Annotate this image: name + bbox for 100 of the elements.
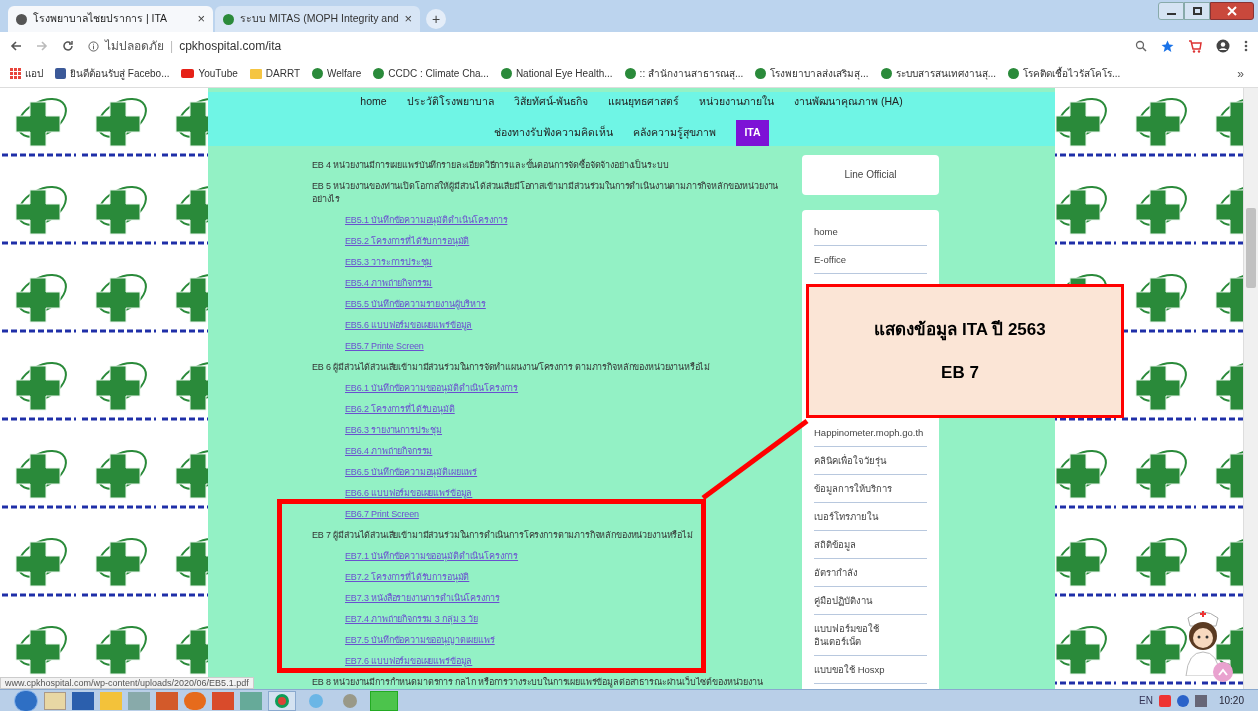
section-heading: EB 7 ผู้มีส่วนได้ส่วนเสียเข้ามามีส่วนร่วมในการดำเนินการโครงการตามภารกิจหลักของหน่วยงานหรือไม่ (312, 528, 693, 542)
nav-link[interactable]: วิสัยทัศน์-พันธกิจ (513, 92, 589, 112)
document-link[interactable]: EB5.5 บันทึกข้อความรายงานผู้บริหาร (345, 297, 486, 311)
document-link[interactable]: EB7.2 โครงการที่ได้รับการอนุมัติ (345, 570, 470, 584)
tray-icon[interactable] (1158, 694, 1171, 707)
sidebar-link[interactable]: คลินิคเพื่อใจวัยรุ่น (814, 446, 927, 475)
bookmark-link[interactable]: National Eye Health... (500, 66, 613, 81)
nav-link[interactable]: ช่องทางรับฟังความคิดเห็น (494, 122, 614, 143)
document-link[interactable]: EB6.5 บันทึกข้อความอนุมัติเผยแพร่ (345, 465, 478, 479)
document-link[interactable]: EB5.2 โครงการที่ได้รับการอนุมัติ (345, 234, 470, 248)
document-link[interactable]: EB6.7 Print Screen (345, 507, 419, 521)
bookmark-link[interactable]: ระบบสารสนเทศงานสุ... (880, 66, 996, 81)
document-link[interactable]: EB6.6 แบบฟอร์มขอเผยแพร่ข้อมูล (345, 486, 473, 500)
document-link[interactable]: EB5.6 แบบฟอร์มขอเผยแพร่ข้อมูล (345, 318, 473, 332)
tab-close-button[interactable]: × (197, 9, 205, 29)
site-icon (312, 68, 324, 79)
document-link[interactable]: EB7.5 บันทึกข้อความขออนุญาตเผยแพร่ (345, 633, 495, 647)
bookmark-link[interactable]: :: สำนักงานสาธารณสุ... (624, 66, 744, 81)
sidebar-link[interactable]: สถิติข้อมูล (814, 530, 927, 559)
zoom-icon[interactable] (1135, 40, 1147, 52)
document-link[interactable]: EB7.1 บันทึกข้อความขออนุมัติดำเนินโครงการ (345, 549, 519, 563)
nav-link[interactable]: home (360, 92, 387, 112)
language-indicator[interactable]: EN (1139, 693, 1153, 708)
document-link[interactable]: EB5.3 วาระการประชุม (345, 255, 433, 269)
document-link[interactable]: EB6.4 ภาพถ่ายกิจกรรม (345, 444, 433, 458)
nav-link[interactable]: หน่วยงานภายใน (699, 92, 775, 112)
clock: 10:20 (1218, 694, 1244, 708)
tab-close-button[interactable]: × (404, 9, 412, 29)
apps-icon (10, 68, 21, 79)
start-button[interactable] (14, 689, 38, 711)
line-official-link[interactable]: Line Official (844, 167, 897, 182)
site-icon (755, 68, 767, 79)
bookmark-link[interactable]: Welfare (312, 66, 362, 81)
section-heading: EB 4 หน่วยงานมีการเผยแพร่บันทึกรายละเอียดวิธีการและขั้นตอนการจัดซื้อจัดจ้างอย่างเป็นระบบ (312, 158, 669, 172)
sidebar-link[interactable]: แบบฟอร์มขอใช้ อินเตอร์เน็ต (814, 614, 927, 656)
tab-title: โรงพยาบาลไชยปราการ | ITA (33, 11, 169, 27)
document-link[interactable]: EB5.4 ภาพถ่ายกิจกรรม (345, 276, 433, 290)
document-link[interactable]: EB5.1 บันทึกข้อความอนุมัติดำเนินโครงการ (345, 213, 508, 227)
url-text: cpkhospital.com/ita (179, 38, 282, 55)
site-icon (373, 68, 385, 79)
document-link[interactable]: EB6.3 รายงานการประชุม (345, 423, 443, 437)
bookmark-link[interactable]: โรคติดเชื้อไวรัสโคโร... (1007, 66, 1121, 81)
browser-tab[interactable]: ระบบ MITAS (MOPH Integrity and × (215, 6, 420, 32)
reload-icon[interactable] (62, 40, 74, 52)
close-button[interactable] (1210, 2, 1254, 20)
forward-icon[interactable] (36, 40, 48, 52)
site-icon (624, 68, 636, 79)
sidebar-link[interactable]: คู่มือปฏิบัติงาน (814, 586, 927, 615)
sidebar-link[interactable]: อัตรากำลัง (814, 558, 927, 587)
cart-icon[interactable] (1188, 39, 1202, 53)
bookmark-link[interactable]: YouTube (181, 66, 238, 81)
separator: | (170, 38, 174, 55)
new-tab-button[interactable]: + (426, 9, 446, 29)
document-link[interactable]: EB7.4 ภาพถ่ายกิจกรรม 3 กลุ่ม 3 วัย (345, 612, 478, 626)
folder-icon (249, 68, 262, 79)
bookmark-link[interactable]: โรงพยาบาลส่งเสริมสุ... (755, 66, 869, 81)
browser-tab[interactable]: โรงพยาบาลไชยปราการ | ITA × (8, 6, 213, 32)
document-link[interactable]: EB5.7 Printe Screen (345, 339, 424, 353)
account-icon[interactable] (1216, 39, 1230, 53)
nav-link[interactable]: ประวัติโรงพยาบาล (406, 92, 494, 112)
site-icon (1007, 68, 1019, 79)
nav-link[interactable]: คลังความรู้สุขภาพ (633, 122, 717, 143)
bookmark-link[interactable]: ยินดีต้อนรับสู่ Facebo... (55, 66, 170, 81)
maximize-button[interactable] (1184, 2, 1210, 20)
scrollbar-thumb[interactable] (1246, 208, 1256, 288)
chevron-up-icon (1218, 668, 1228, 676)
app-icon[interactable] (156, 691, 178, 710)
sidebar-link[interactable]: E-office (814, 245, 927, 274)
site-icon (880, 68, 892, 79)
status-url: www.cpkhospital.com/wp-content/uploads/2020/06/EB5.1.pdf (0, 677, 254, 689)
more-bookmarks-button[interactable]: » (1237, 64, 1244, 83)
address-bar[interactable]: ไม่ปลอดภัย | cpkhospital.com/ita (88, 35, 1121, 57)
section-heading: EB 6 ผู้มีส่วนได้ส่วนเสียเข้ามามีส่วนร่วมในการจัดทำแผนงาน/โครงการ ตามภารกิจหลักของหน่วยงานหรือไม่ (312, 360, 711, 374)
callout-subtitle: EB 7 (941, 362, 979, 384)
sidebar-link[interactable]: เบอร์โทรภายใน (814, 502, 927, 531)
vertical-scrollbar[interactable] (1243, 88, 1258, 689)
site-icon (500, 68, 512, 79)
minimize-button[interactable] (1158, 2, 1184, 20)
star-icon[interactable] (1161, 39, 1174, 53)
menu-icon[interactable] (1244, 40, 1248, 52)
back-icon[interactable] (10, 40, 22, 52)
sidebar-link[interactable]: home (814, 217, 927, 246)
sidebar-link[interactable]: ข้อมูลการให้บริการ (814, 474, 927, 503)
nav-link[interactable]: แผนยุทธศาสตร์ (608, 92, 680, 112)
callout-title: แสดงข้อมูล ITA ปี 2563 (874, 318, 1046, 342)
site-icon (223, 13, 234, 25)
document-link[interactable]: EB7.6 แบบฟอร์มขอเผยแพร่ข้อมูล (345, 654, 473, 668)
bookmark-link[interactable]: แอป (10, 66, 43, 81)
nav-link[interactable]: ITA (736, 119, 769, 146)
document-link[interactable]: EB6.2 โครงการที่ได้รับอนุมัติ (345, 402, 455, 416)
nav-link[interactable]: งานพัฒนาคุณภาพ (HA) (794, 92, 903, 112)
document-link[interactable]: EB7.3 หนังสือรายงานการดำเนินโครงการ (345, 591, 500, 605)
bookmark-link[interactable]: CCDC : Climate Cha... (373, 66, 489, 81)
section-heading: EB 8 หน่วยงานมีการกำหนดมาตรการ กลไก หรือการวางระบบในการเผยแพร่ข้อมูลต่อสาธารณะผ่านเว็บไซต์ของหน่วยงาน (312, 675, 763, 689)
document-link[interactable]: EB6.1 บันทึกข้อความขออนุมัติดำเนินโครงการ (345, 381, 519, 395)
info-icon (88, 40, 99, 52)
bookmark-link[interactable]: DARRT (249, 66, 301, 81)
tab-title: ระบบ MITAS (MOPH Integrity and (240, 11, 399, 27)
close-icon (1227, 6, 1237, 16)
sidebar-link[interactable]: แบบขอใช้ Hosxp (814, 655, 927, 684)
